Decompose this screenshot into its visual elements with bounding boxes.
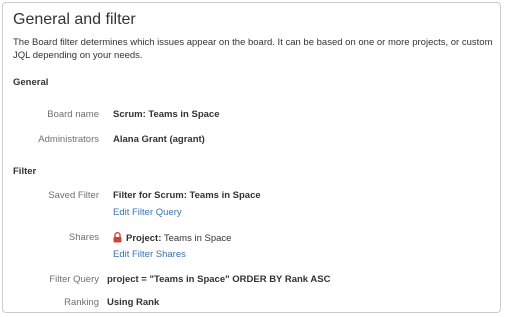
panel-title: General and filter (13, 11, 136, 28)
filter-query-label: Filter Query (49, 274, 99, 285)
edit-filter-shares-link[interactable]: Edit Filter Shares (113, 249, 186, 260)
administrators-value: Alana Grant (agrant) (113, 134, 205, 145)
panel-description: The Board filter determines which issues… (13, 37, 493, 61)
shares-value-row: Project: Teams in Space (113, 232, 231, 246)
saved-filter-label: Saved Filter (48, 190, 99, 201)
filter-query-value: project = "Teams in Space" ORDER BY Rank… (107, 274, 331, 285)
administrators-label: Administrators (38, 134, 99, 145)
shares-project-name: Teams in Space (163, 233, 232, 244)
shares-label: Shares (68, 232, 99, 243)
ranking-label: Ranking (64, 297, 99, 308)
section-heading-general: General (13, 77, 49, 88)
shares-project-prefix: Project: (126, 233, 162, 244)
ranking-value: Using Rank (107, 297, 160, 308)
saved-filter-value: Filter for Scrum: Teams in Space (113, 190, 261, 201)
section-heading-filter: Filter (13, 166, 37, 177)
edit-filter-query-link[interactable]: Edit Filter Query (113, 207, 182, 218)
board-name-value: Scrum: Teams in Space (113, 109, 220, 120)
general-and-filter-panel: General and filter The Board filter dete… (2, 2, 501, 313)
board-name-label: Board name (47, 109, 99, 120)
lock-icon (113, 232, 122, 246)
